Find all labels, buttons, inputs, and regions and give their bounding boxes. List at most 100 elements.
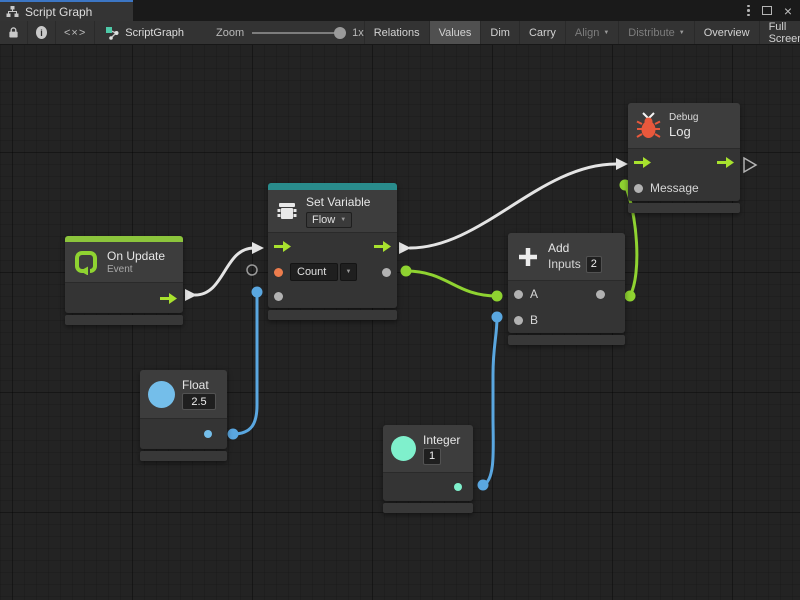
flow-output-port[interactable] [160, 293, 177, 304]
message-label: Message [650, 181, 699, 195]
script-graph-icon [105, 26, 119, 40]
graph-breadcrumb[interactable]: ScriptGraph [95, 21, 194, 44]
tab-script-graph[interactable]: Script Graph [0, 0, 133, 21]
flow-output-port[interactable] [717, 157, 734, 168]
dim-label: Dim [490, 27, 510, 39]
tab-label: Script Graph [25, 5, 92, 19]
zoom-slider-handle[interactable] [334, 27, 346, 39]
node-subtitle: Debug [669, 112, 698, 123]
node-on-update[interactable]: On Update Event [65, 236, 183, 325]
node-footer [140, 451, 227, 461]
node-title: Set Variable [306, 195, 370, 209]
fullscreen-label: Full Screen [769, 21, 800, 45]
input-b-label: B [530, 313, 538, 327]
float-output-port[interactable] [204, 430, 212, 438]
chevron-down-icon: ▼ [603, 30, 609, 36]
wire-integer-to-add-b[interactable] [478, 312, 503, 491]
maximize-icon[interactable] [762, 6, 772, 15]
integer-icon [391, 436, 416, 461]
input-a-label: A [530, 287, 538, 301]
integer-value-field[interactable]: 1 [423, 448, 441, 465]
message-input-port[interactable] [634, 184, 643, 193]
graph-hierarchy-icon [6, 5, 19, 18]
flow-input-port[interactable] [634, 157, 651, 168]
variable-picker-button[interactable]: ▼ [340, 263, 357, 281]
close-icon[interactable]: × [784, 4, 792, 18]
graph-canvas[interactable]: On Update Event [0, 45, 800, 600]
code-icon: <×> [64, 27, 86, 39]
value-output-port[interactable] [382, 268, 391, 277]
input-b-port[interactable] [514, 316, 523, 325]
inputs-count-field[interactable]: 2 [586, 256, 602, 273]
node-subtitle: Event [107, 264, 165, 275]
value-input-port[interactable] [274, 292, 283, 301]
variable-kind-dropdown[interactable]: Flow ▼ [306, 212, 352, 228]
float-value-field[interactable]: 2.5 [182, 393, 216, 410]
bug-icon [636, 112, 661, 139]
variable-name-field[interactable]: Count [290, 263, 338, 281]
align-button[interactable]: Align ▼ [565, 21, 618, 44]
unconnected-flow-triangle [744, 158, 756, 172]
zoom-control: Zoom 1x [216, 21, 364, 44]
chevron-down-icon: ▼ [679, 30, 685, 36]
node-footer [268, 310, 397, 320]
relations-button[interactable]: Relations [364, 21, 429, 44]
unconnected-port-ring [247, 265, 257, 275]
info-icon: i [36, 26, 47, 39]
node-title: Add [548, 241, 602, 255]
variable-color-strip [268, 183, 397, 190]
distribute-label: Distribute [628, 27, 674, 39]
node-set-variable[interactable]: Set Variable Flow ▼ [268, 183, 397, 320]
chevron-down-icon: ▼ [346, 269, 352, 275]
flow-input-port[interactable] [274, 241, 291, 252]
add-icon [516, 245, 540, 269]
node-footer [65, 315, 183, 325]
title-bar: Script Graph × [0, 0, 800, 21]
more-icon[interactable] [747, 5, 750, 17]
float-icon [148, 381, 175, 408]
node-integer[interactable]: Integer 1 [383, 425, 473, 513]
toolbar-buttons: Relations Values Dim Carry Align ▼ Distr… [364, 21, 800, 44]
zoom-slider[interactable] [252, 27, 344, 39]
node-title: Float [182, 378, 216, 392]
code-view-button[interactable]: <×> [56, 21, 95, 44]
relations-label: Relations [374, 27, 420, 39]
node-footer [628, 203, 740, 213]
lock-icon [8, 26, 19, 39]
node-title: Integer [423, 433, 460, 447]
chevron-down-icon: ▼ [340, 217, 346, 223]
info-button[interactable]: i [28, 21, 56, 44]
node-title: Log [669, 124, 698, 139]
node-float[interactable]: Float 2.5 [140, 370, 227, 461]
window-controls: × [747, 0, 800, 21]
variable-kind-label: Flow [312, 214, 335, 226]
carry-label: Carry [529, 27, 556, 39]
graph-toolbar: i <×> ScriptGraph Zoom 1x Relations [0, 21, 800, 45]
carry-button[interactable]: Carry [519, 21, 565, 44]
lock-button[interactable] [0, 21, 28, 44]
fullscreen-button[interactable]: Full Screen [759, 21, 800, 44]
dim-button[interactable]: Dim [480, 21, 519, 44]
node-footer [508, 335, 625, 345]
zoom-value: 1x [352, 27, 364, 39]
script-graph-window: Script Graph × i <×> [0, 0, 800, 600]
wire-set-variable-to-add-a[interactable] [401, 266, 503, 302]
values-button[interactable]: Values [429, 21, 481, 44]
node-add[interactable]: Add Inputs 2 A [508, 233, 625, 345]
graph-label: ScriptGraph [125, 27, 184, 39]
overview-button[interactable]: Overview [694, 21, 759, 44]
values-label: Values [439, 27, 472, 39]
result-output-port[interactable] [596, 290, 605, 299]
wire-float-to-set-variable[interactable] [228, 287, 263, 440]
node-debug-log[interactable]: Debug Log [628, 103, 740, 213]
node-footer [383, 503, 473, 513]
align-label: Align [575, 27, 599, 39]
input-a-port[interactable] [514, 290, 523, 299]
variable-icon [276, 200, 298, 222]
variable-name-port[interactable] [274, 268, 283, 277]
flow-output-port[interactable] [374, 241, 391, 252]
on-update-icon [73, 249, 99, 275]
distribute-button[interactable]: Distribute ▼ [618, 21, 693, 44]
integer-output-port[interactable] [454, 483, 462, 491]
inputs-label: Inputs [548, 257, 581, 271]
